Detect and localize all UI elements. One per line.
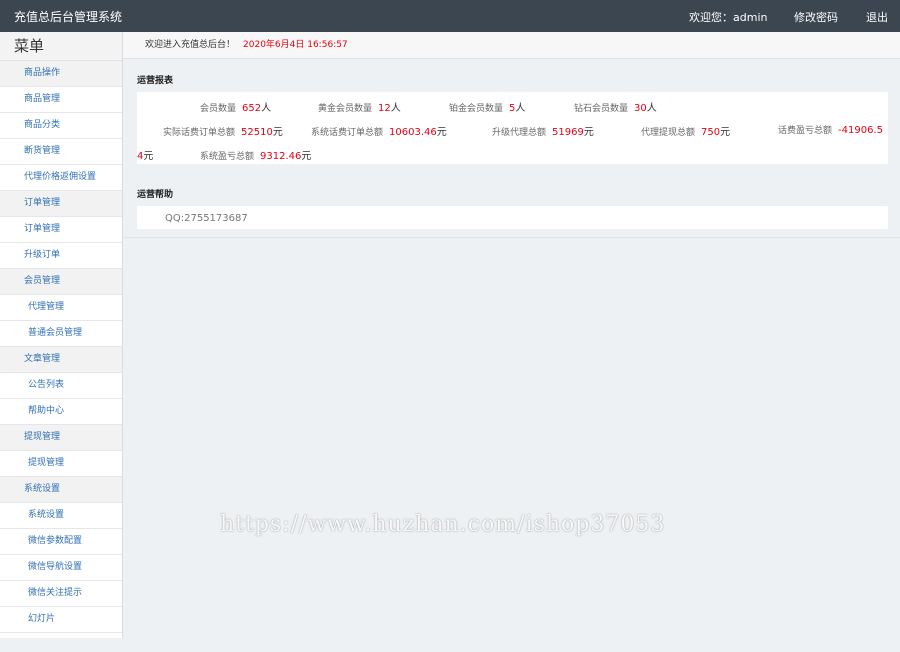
menu-item[interactable]: 系统设置 (0, 503, 122, 529)
menu-list: 商品操作 商品管理 商品分类 断货管理 代理价格返佣设置 订单管理 订单管理 升级订单 会员管理… (0, 61, 122, 633)
stat-gold-members: 黄金会员数量 12人 (318, 103, 401, 114)
menu-group-header[interactable]: 商品操作 (0, 61, 122, 87)
stat-system-recharge-total: 系统话费订单总额 10603.46元 (311, 127, 447, 138)
watermark-text: https://www.huzhan.com/ishop37053 (220, 512, 666, 537)
menu-item[interactable]: 帮助中心 (0, 399, 122, 425)
main-content: 欢迎进入充值总后台！ 2020年6月4日 16:56:57 运营报表 会员数量 65… (123, 32, 900, 652)
logout-link[interactable]: 退出 (866, 9, 888, 25)
welcome-text: 欢迎进入充值总后台！ (145, 40, 236, 50)
menu-item[interactable]: 幻灯片 (0, 607, 122, 633)
top-bar: 充值总后台管理系统 欢迎您：admin 修改密码 退出 (0, 0, 900, 32)
menu-group-header[interactable]: 系统设置 (0, 477, 122, 503)
menu-item[interactable]: 微信导航设置 (0, 555, 122, 581)
content-divider (123, 237, 900, 238)
stat-upgrade-agent-total: 升级代理总额 51969元 (492, 127, 594, 138)
change-password-link[interactable]: 修改密码 (794, 9, 838, 25)
report-title: 运营报表 (137, 76, 174, 86)
menu-item[interactable]: 升级订单 (0, 243, 122, 269)
stat-agent-withdraw-total: 代理提现总额 750元 (641, 127, 731, 138)
menu-item[interactable]: 普通会员管理 (0, 321, 122, 347)
menu-item[interactable]: 代理价格返佣设置 (0, 165, 122, 191)
help-title: 运营帮助 (137, 190, 174, 200)
menu-group-header[interactable]: 提现管理 (0, 425, 122, 451)
help-qq: QQ:2755173687 (165, 213, 248, 224)
menu-item[interactable]: 微信关注提示 (0, 581, 122, 607)
menu-item[interactable]: 代理管理 (0, 295, 122, 321)
stat-phone-profit-total: 话费盈亏总额 -41906.5 (778, 125, 883, 136)
menu-item[interactable]: 公告列表 (0, 373, 122, 399)
stat-diamond-members: 钻石会员数量 30人 (574, 103, 657, 114)
sidebar-menu: 菜单 商品操作 商品管理 商品分类 断货管理 代理价格返佣设置 订单管理 订单管理 升级订单会… (0, 32, 123, 638)
welcome-user: 欢迎您：admin (689, 11, 768, 24)
stat-phone-profit-total-wrap: 4元 (137, 151, 154, 162)
report-panel: 会员数量 652人 黄金会员数量 12人 铂金会员数量 5人 钻石会员数量 30人 实际… (137, 92, 888, 164)
menu-title: 菜单 (0, 32, 122, 61)
stat-members: 会员数量 652人 (200, 103, 272, 114)
current-datetime: 2020年6月4日 16:56:57 (243, 40, 348, 50)
stat-actual-recharge-total: 实际话费订单总额 52510元 (163, 127, 283, 138)
menu-item[interactable]: 微信参数配置 (0, 529, 122, 555)
welcome-bar: 欢迎进入充值总后台！ 2020年6月4日 16:56:57 (123, 32, 900, 59)
menu-group-header[interactable]: 订单管理 (0, 191, 122, 217)
stat-platinum-members: 铂金会员数量 5人 (449, 103, 526, 114)
menu-group-header[interactable]: 文章管理 (0, 347, 122, 373)
menu-item[interactable]: 断货管理 (0, 139, 122, 165)
menu-item[interactable]: 商品分类 (0, 113, 122, 139)
menu-item[interactable]: 订单管理 (0, 217, 122, 243)
menu-group-header[interactable]: 会员管理 (0, 269, 122, 295)
stat-system-profit-total: 系统盈亏总额 9312.46元 (200, 151, 312, 162)
menu-item[interactable]: 提现管理 (0, 451, 122, 477)
app-title: 充值总后台管理系统 (14, 10, 123, 24)
help-panel: QQ:2755173687 (137, 206, 888, 229)
menu-item[interactable]: 商品管理 (0, 87, 122, 113)
